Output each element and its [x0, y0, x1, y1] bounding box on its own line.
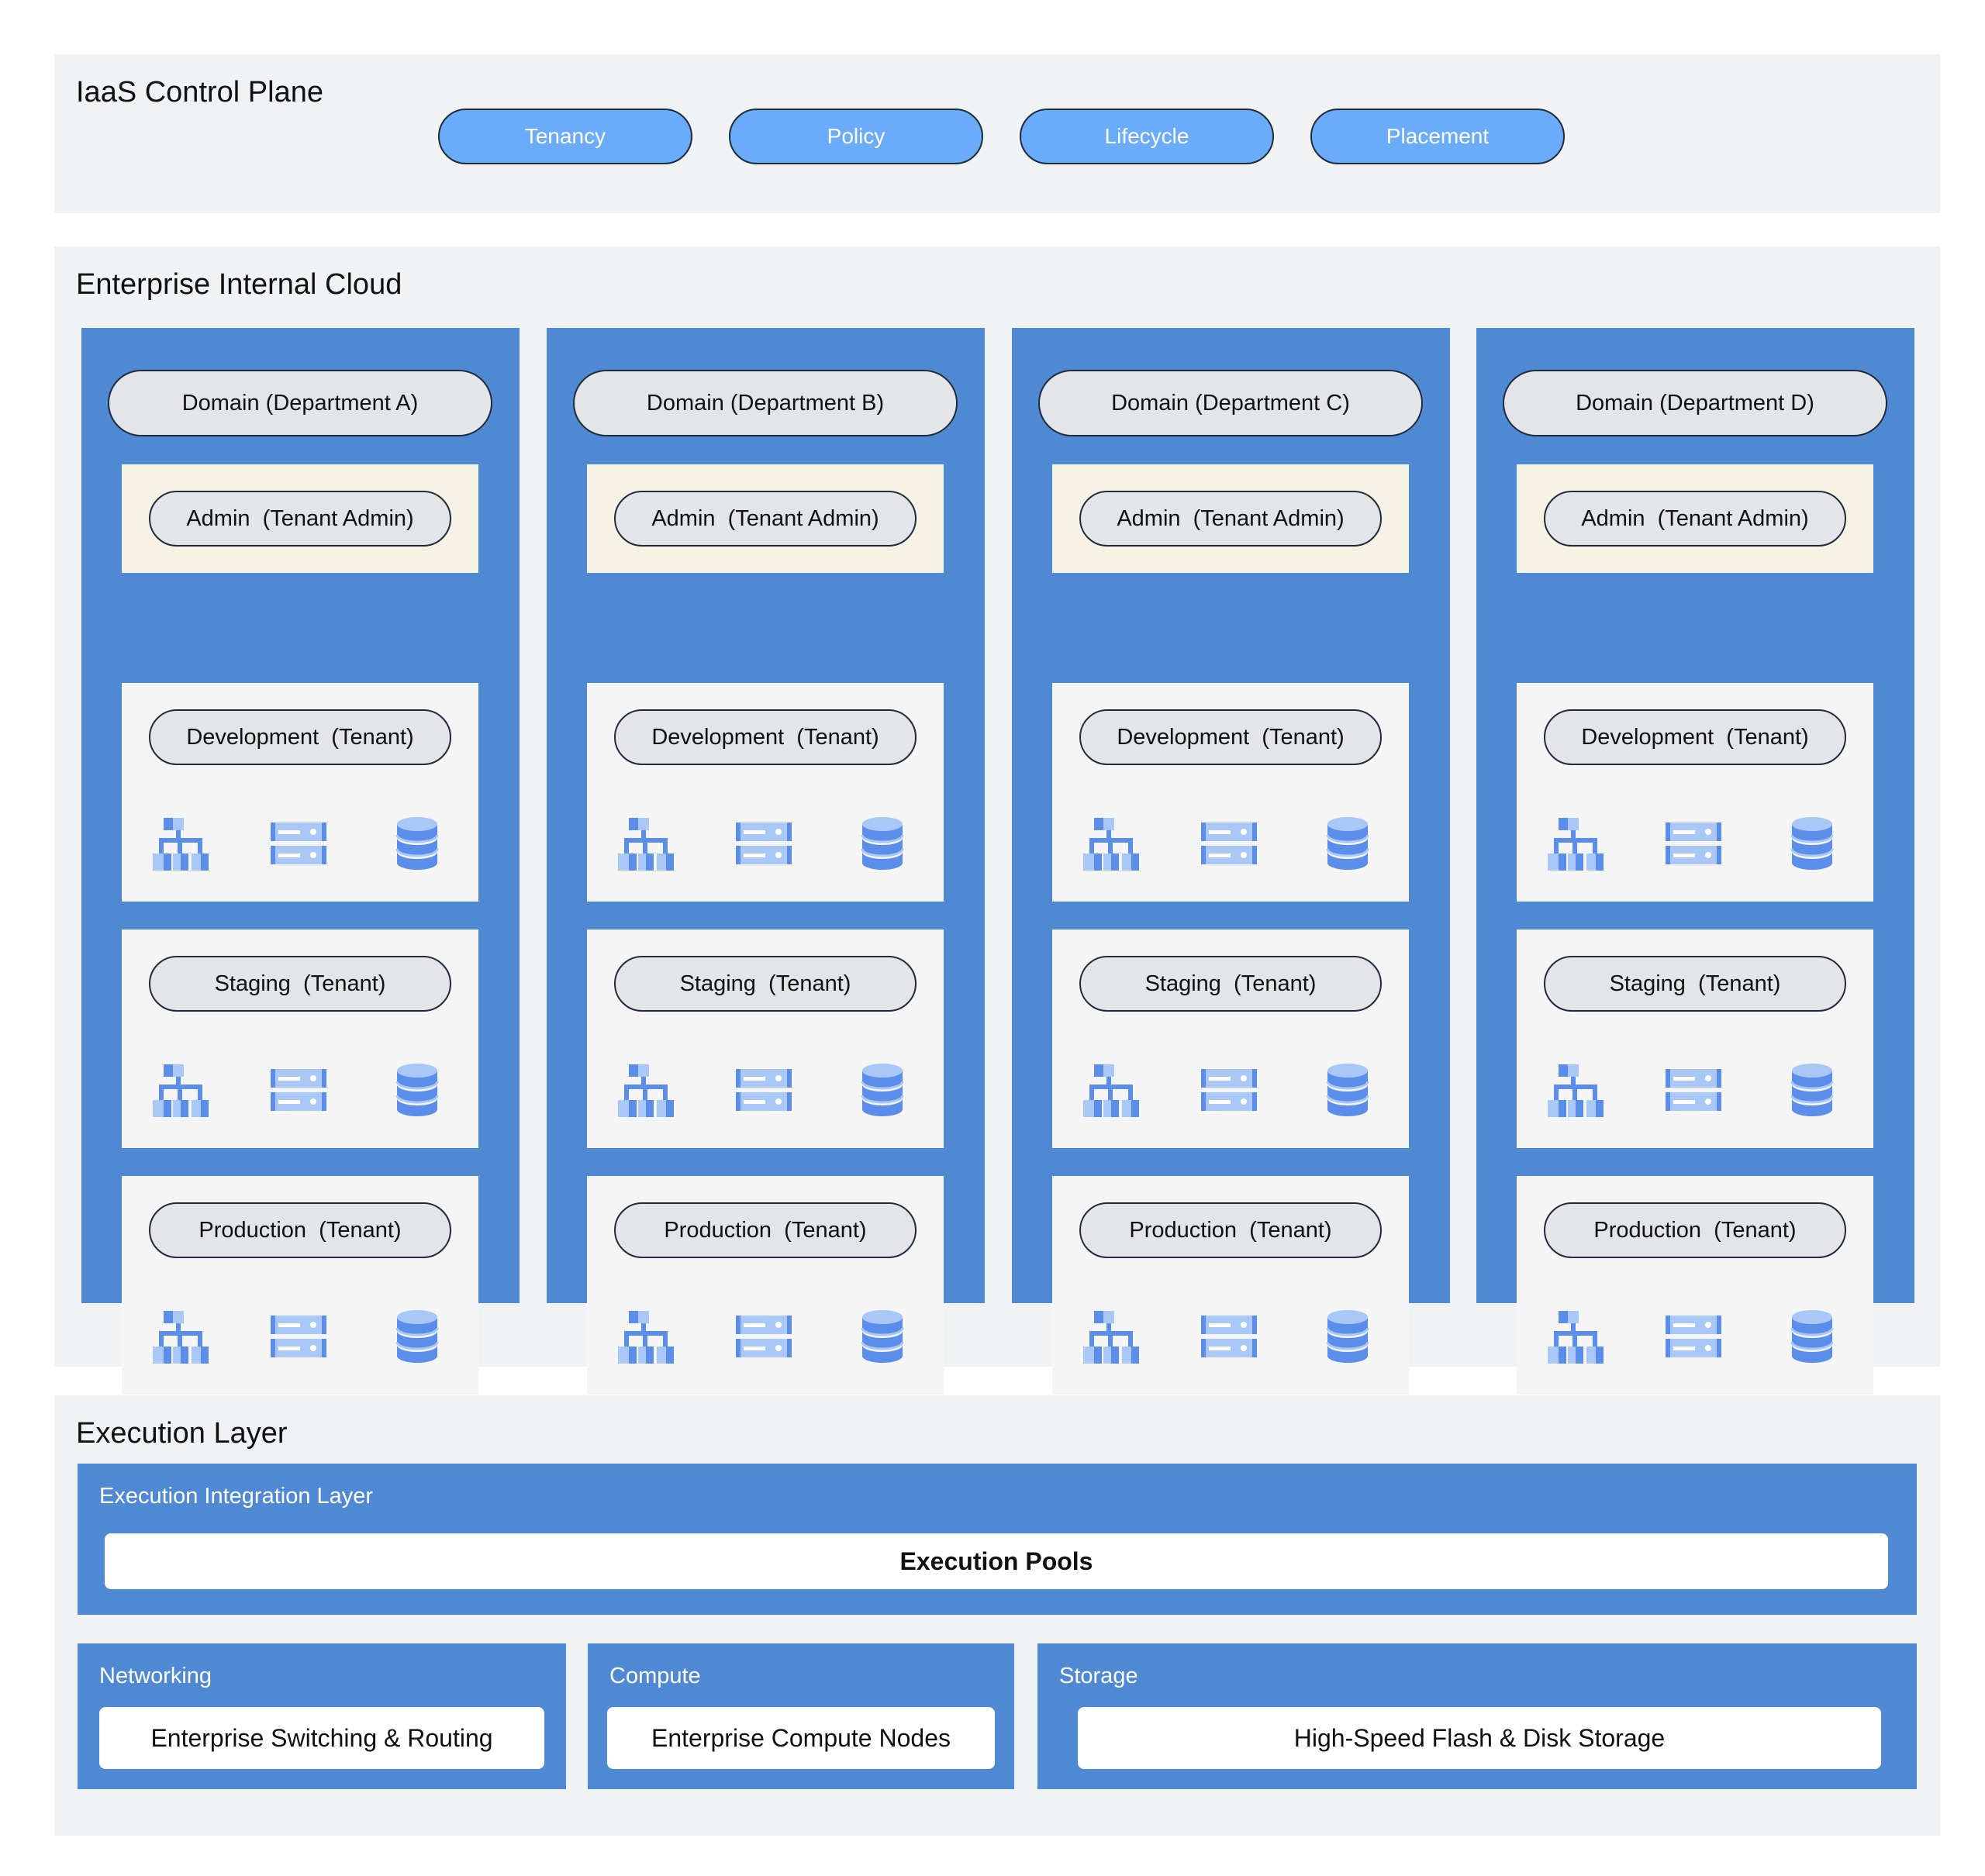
- department-column-c: Domain (Department C) Admin (Tenant Admin…: [1012, 328, 1450, 1395]
- development-tenant-box: Development (Tenant): [587, 683, 944, 902]
- execution-integration-label: Execution Integration Layer: [99, 1484, 374, 1509]
- server-icon: [271, 1063, 326, 1119]
- domain-pill-c[interactable]: Domain (Department C): [1038, 370, 1423, 436]
- server-icon: [736, 1309, 792, 1365]
- development-tenant-box: Development (Tenant): [1517, 683, 1873, 902]
- control-plane-section: IaaS Control Plane Tenancy Policy Lifecy…: [54, 54, 1940, 213]
- database-icon: [1784, 1309, 1840, 1365]
- networking-label: Networking: [99, 1664, 212, 1688]
- network-topology-icon: [1083, 1309, 1139, 1365]
- production-tenant-pill[interactable]: Production (Tenant): [149, 1202, 451, 1258]
- department-column-d: Domain (Department D) Admin (Tenant Admin…: [1476, 328, 1914, 1395]
- network-topology-icon: [618, 1309, 674, 1365]
- network-topology-icon: [153, 1063, 209, 1119]
- production-tenant-pill[interactable]: Production (Tenant): [1544, 1202, 1846, 1258]
- storage-item[interactable]: High-Speed Flash & Disk Storage: [1078, 1707, 1881, 1769]
- lifecycle-pill[interactable]: Lifecycle: [1020, 109, 1274, 164]
- server-icon: [271, 816, 326, 872]
- admin-tenant-box: Admin (Tenant Admin): [1517, 464, 1873, 573]
- server-icon: [271, 1309, 326, 1365]
- production-tenant-pill[interactable]: Production (Tenant): [614, 1202, 917, 1258]
- staging-tenant-pill[interactable]: Staging (Tenant): [614, 956, 917, 1012]
- database-icon: [1320, 1309, 1376, 1365]
- enterprise-cloud-section: Enterprise Internal Cloud Domain (Depart…: [54, 247, 1940, 1395]
- network-topology-icon: [153, 1309, 209, 1365]
- staging-tenant-box: Staging (Tenant): [1052, 929, 1409, 1148]
- placement-pill[interactable]: Placement: [1310, 109, 1565, 164]
- database-icon: [854, 1309, 910, 1365]
- server-icon: [1666, 816, 1721, 872]
- admin-tenant-pill[interactable]: Admin (Tenant Admin): [1544, 491, 1846, 547]
- database-icon: [1784, 1063, 1840, 1119]
- development-tenant-pill[interactable]: Development (Tenant): [614, 709, 917, 765]
- production-tenant-box: Production (Tenant): [1052, 1176, 1409, 1395]
- enterprise-cloud-title: Enterprise Internal Cloud: [76, 268, 402, 301]
- server-icon: [1201, 1309, 1257, 1365]
- control-plane-title: IaaS Control Plane: [76, 76, 323, 109]
- admin-tenant-pill[interactable]: Admin (Tenant Admin): [1079, 491, 1382, 547]
- tenancy-pill[interactable]: Tenancy: [438, 109, 692, 164]
- network-topology-icon: [1548, 1309, 1604, 1365]
- production-tenant-box: Production (Tenant): [1517, 1176, 1873, 1395]
- compute-item[interactable]: Enterprise Compute Nodes: [607, 1707, 995, 1769]
- network-topology-icon: [1083, 1063, 1139, 1119]
- staging-tenant-box: Staging (Tenant): [1517, 929, 1873, 1148]
- production-tenant-pill[interactable]: Production (Tenant): [1079, 1202, 1382, 1258]
- database-icon: [1784, 816, 1840, 872]
- domain-pill-d[interactable]: Domain (Department D): [1503, 370, 1887, 436]
- production-tenant-box: Production (Tenant): [587, 1176, 944, 1395]
- network-topology-icon: [618, 816, 674, 872]
- database-icon: [854, 1063, 910, 1119]
- staging-tenant-box: Staging (Tenant): [587, 929, 944, 1148]
- networking-panel: Networking Enterprise Switching & Routin…: [78, 1643, 566, 1789]
- server-icon: [736, 816, 792, 872]
- domain-pill-a[interactable]: Domain (Department A): [108, 370, 492, 436]
- compute-panel: Compute Enterprise Compute Nodes: [588, 1643, 1014, 1789]
- network-topology-icon: [1548, 816, 1604, 872]
- server-icon: [736, 1063, 792, 1119]
- database-icon: [1320, 816, 1376, 872]
- execution-integration-panel: Execution Integration Layer Execution Po…: [78, 1464, 1917, 1615]
- storage-label: Storage: [1059, 1664, 1138, 1688]
- networking-item[interactable]: Enterprise Switching & Routing: [99, 1707, 544, 1769]
- policy-pill[interactable]: Policy: [729, 109, 983, 164]
- storage-panel: Storage High-Speed Flash & Disk Storage: [1037, 1643, 1917, 1789]
- network-topology-icon: [1083, 816, 1139, 872]
- network-topology-icon: [1548, 1063, 1604, 1119]
- development-tenant-pill[interactable]: Development (Tenant): [1079, 709, 1382, 765]
- development-tenant-box: Development (Tenant): [1052, 683, 1409, 902]
- development-tenant-box: Development (Tenant): [122, 683, 478, 902]
- admin-tenant-box: Admin (Tenant Admin): [587, 464, 944, 573]
- staging-tenant-pill[interactable]: Staging (Tenant): [1079, 956, 1382, 1012]
- server-icon: [1666, 1309, 1721, 1365]
- domain-pill-b[interactable]: Domain (Department B): [573, 370, 958, 436]
- database-icon: [854, 816, 910, 872]
- admin-tenant-pill[interactable]: Admin (Tenant Admin): [149, 491, 451, 547]
- development-tenant-pill[interactable]: Development (Tenant): [149, 709, 451, 765]
- department-column-b: Domain (Department B) Admin (Tenant Admin…: [547, 328, 985, 1395]
- department-column-a: Domain (Department A) Admin (Tenant Admin…: [81, 328, 520, 1395]
- database-icon: [389, 1063, 445, 1119]
- execution-layer-title: Execution Layer: [76, 1417, 288, 1450]
- execution-layer-section: Execution Layer Execution Integration La…: [54, 1395, 1940, 1836]
- network-topology-icon: [618, 1063, 674, 1119]
- database-icon: [389, 816, 445, 872]
- admin-tenant-pill[interactable]: Admin (Tenant Admin): [614, 491, 917, 547]
- execution-pools-bar[interactable]: Execution Pools: [105, 1533, 1888, 1589]
- staging-tenant-pill[interactable]: Staging (Tenant): [1544, 956, 1846, 1012]
- database-icon: [1320, 1063, 1376, 1119]
- staging-tenant-box: Staging (Tenant): [122, 929, 478, 1148]
- network-topology-icon: [153, 816, 209, 872]
- server-icon: [1201, 1063, 1257, 1119]
- database-icon: [389, 1309, 445, 1365]
- development-tenant-pill[interactable]: Development (Tenant): [1544, 709, 1846, 765]
- staging-tenant-pill[interactable]: Staging (Tenant): [149, 956, 451, 1012]
- admin-tenant-box: Admin (Tenant Admin): [122, 464, 478, 573]
- admin-tenant-box: Admin (Tenant Admin): [1052, 464, 1409, 573]
- server-icon: [1666, 1063, 1721, 1119]
- compute-label: Compute: [609, 1664, 701, 1688]
- server-icon: [1201, 816, 1257, 872]
- production-tenant-box: Production (Tenant): [122, 1176, 478, 1395]
